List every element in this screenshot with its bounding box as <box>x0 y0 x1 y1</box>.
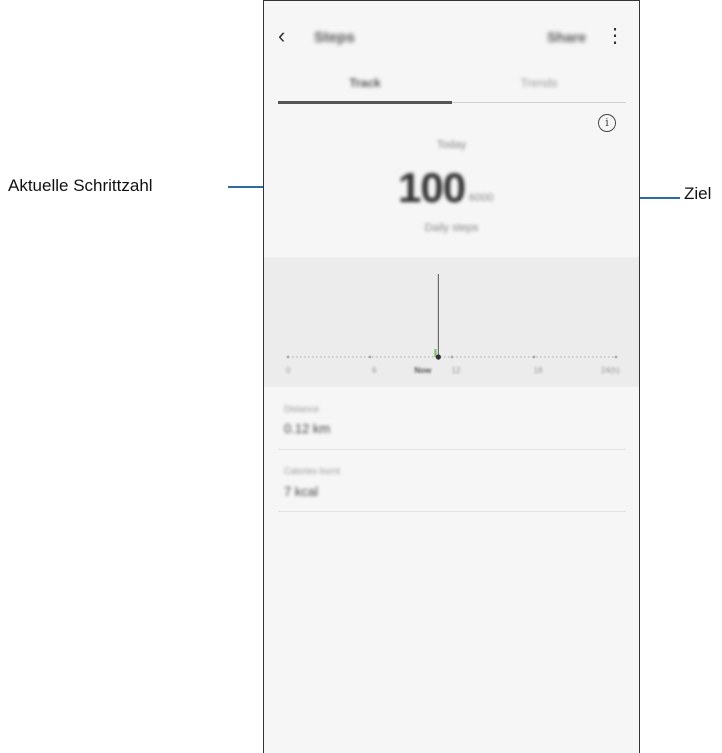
distance-value: 0.12 km <box>284 421 331 436</box>
phone-top-edge <box>264 0 639 1</box>
goal-callout: Ziel <box>684 184 712 203</box>
goal-value: 6000 <box>469 192 494 204</box>
today-label: Today <box>436 139 467 151</box>
info-icon[interactable]: i <box>598 114 616 132</box>
share-button[interactable]: Share <box>547 29 586 45</box>
x-tick-label: 6 <box>372 366 377 375</box>
distance-label: Distance <box>284 404 320 414</box>
axis-tick-dot <box>368 355 372 359</box>
axis-tick-dot <box>450 355 454 359</box>
daily-steps-label: Daily steps <box>424 222 479 234</box>
axis-tick-dot <box>286 355 290 359</box>
tab-trends[interactable]: Trends <box>452 76 626 90</box>
tab-track[interactable]: Track <box>278 76 452 90</box>
x-tick-label: 18 <box>533 366 543 375</box>
divider <box>278 511 626 512</box>
x-tick-label: 12 <box>451 366 461 375</box>
current-steps-callout: Aktuelle Schrittzahl <box>8 176 153 195</box>
steps-summary: 100 / 6000 <box>264 164 639 211</box>
more-options-button[interactable]: ⋮ <box>605 24 625 48</box>
tab-selected-indicator <box>278 101 452 104</box>
more-vertical-icon: ⋮ <box>605 25 625 47</box>
now-marker-dot <box>435 354 441 360</box>
tab-bar: Track Trends <box>278 70 626 104</box>
axis-tick-dot <box>532 355 536 359</box>
chevron-left-icon: ‹ <box>278 23 286 48</box>
x-tick-label: 0 <box>286 366 291 375</box>
x-tick-label: Now <box>414 366 432 375</box>
calories-label: Calories burnt <box>284 466 341 476</box>
axis-tick-dot <box>614 355 618 359</box>
calories-value: 7 kcal <box>284 484 318 499</box>
divider <box>278 449 626 450</box>
app-bar: ‹ Steps Share ⋮ <box>264 18 639 58</box>
page-title: Steps <box>314 29 355 46</box>
steps-separator: / <box>459 187 464 204</box>
x-tick-label: 24(h) <box>601 366 620 375</box>
steps-hourly-chart: 0 6 Now 12 18 24(h) <box>264 257 639 387</box>
phone-screen: ‹ Steps Share ⋮ Track Trends i Today 100… <box>263 0 640 753</box>
current-steps-value: 100 <box>398 164 466 211</box>
back-button[interactable]: ‹ <box>278 24 300 48</box>
